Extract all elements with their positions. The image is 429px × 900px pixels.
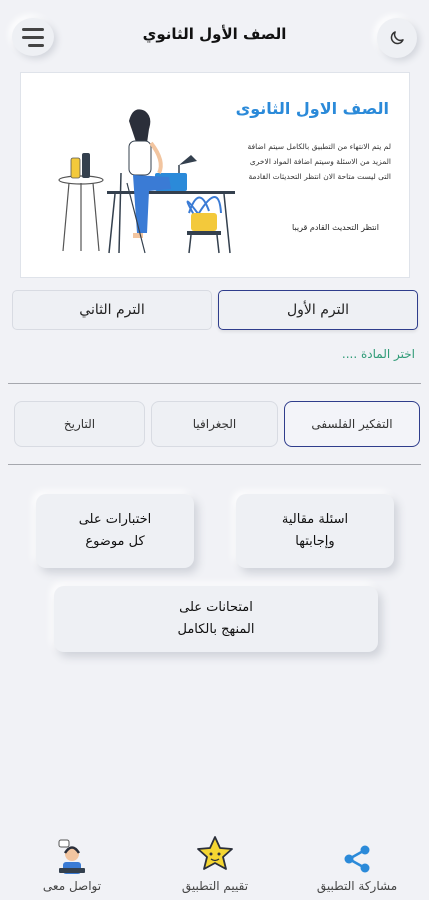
divider: [8, 464, 421, 465]
hamburger-menu-icon: [22, 27, 44, 31]
share-label: مشاركة التطبيق: [316, 879, 398, 893]
hamburger-line: [28, 43, 44, 47]
menu-button[interactable]: [12, 18, 54, 56]
topic-tests-card[interactable]: اختبارات على كل موضوع: [36, 494, 194, 568]
bottom-nav: تواصل معى تقييم التطبيق مشاركة التطبيق: [0, 820, 429, 900]
subject-philosophy-button[interactable]: التفكير الفلسفى: [284, 401, 420, 447]
share-icon: [344, 845, 370, 873]
info-banner: الصف الاول الثانوى لم يتم الانتهاء من ال…: [20, 72, 410, 278]
banner-note: انتظر التحديث القادم قريبا: [292, 223, 379, 232]
moon-icon: [390, 31, 404, 45]
banner-description: لم يتم الانتهاء من التطبيق بالكامل سيتم …: [247, 142, 391, 181]
subject-geography-button[interactable]: الجغرافيا: [151, 401, 278, 447]
divider: [8, 383, 421, 384]
contact-label: تواصل معى: [42, 879, 102, 893]
term-second-button[interactable]: الترم الثاني: [12, 290, 212, 330]
app-header: الصف الأول الثانوي: [0, 0, 429, 70]
term-first-button[interactable]: الترم الأول: [218, 290, 418, 330]
share-nav-item[interactable]: مشاركة التطبيق: [297, 830, 417, 893]
theme-toggle-button[interactable]: [377, 18, 417, 58]
choose-subject-label: اختر المادة ....: [341, 347, 415, 361]
star-icon: [197, 836, 233, 870]
rate-nav-item[interactable]: تقييم التطبيق: [155, 830, 275, 893]
contact-nav-item[interactable]: تواصل معى: [12, 830, 132, 893]
essay-questions-card[interactable]: اسئلة مقالية وإجابتها: [236, 494, 394, 568]
contact-support-icon: [58, 839, 85, 874]
rate-label: تقييم التطبيق: [181, 879, 249, 893]
banner-heading: الصف الاول الثانوى: [235, 99, 389, 118]
page-title: الصف الأول الثانوي: [142, 25, 287, 43]
person-at-desk-illustration: [58, 109, 235, 254]
full-exams-card[interactable]: امتحانات على المنهج بالكامل: [54, 586, 378, 652]
hamburger-line: [22, 35, 44, 39]
subject-history-button[interactable]: التاريخ: [14, 401, 145, 447]
